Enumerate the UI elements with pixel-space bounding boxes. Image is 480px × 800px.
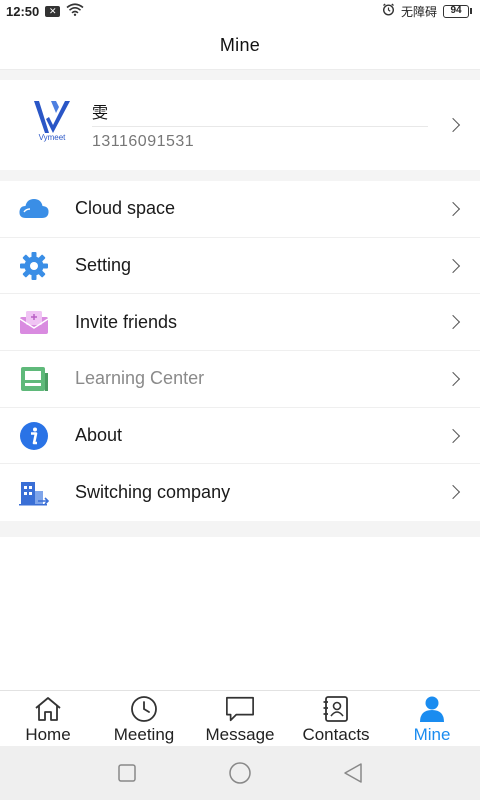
menu-item-about[interactable]: About [0,408,480,465]
menu-item-switching-company[interactable]: Switching company [0,464,480,521]
chevron-right-icon [445,428,461,443]
section-gap [0,521,480,537]
tab-mine[interactable]: Mine [384,691,480,746]
tab-label: Message [205,725,275,744]
menu-item-cloud-space[interactable]: Cloud space [0,181,480,238]
profile-card[interactable]: Vymeet 雯 13116091531 [0,80,480,170]
gear-icon [17,249,51,283]
chat-bubble-icon [225,695,255,723]
person-icon [417,695,447,723]
home-button[interactable] [225,758,255,788]
tab-home[interactable]: Home [0,691,96,746]
battery-level: 94 [443,4,469,18]
contacts-book-icon [321,695,351,723]
alarm-icon [382,3,395,19]
company-logo: Vymeet [26,99,78,151]
menu-item-learning-center[interactable]: Learning Center [0,351,480,408]
tab-meeting[interactable]: Meeting [96,691,192,746]
notification-icon: ✕ [45,5,61,17]
vymeet-logo-icon [34,101,70,133]
tab-message[interactable]: Message [192,691,288,746]
recent-apps-button[interactable] [112,758,142,788]
chevron-right-icon [445,258,461,273]
status-bar: 12:50 ✕ 无障碍 94 [0,0,480,22]
menu-item-setting[interactable]: Setting [0,238,480,295]
header-bar: Mine [0,22,480,70]
back-button[interactable] [338,758,368,788]
menu-item-invite-friends[interactable]: Invite friends [0,294,480,352]
home-icon [33,695,63,723]
profile-name: 雯 [92,99,428,127]
info-icon [17,419,51,453]
battery-icon: 94 [443,4,472,18]
tab-contacts[interactable]: Contacts [288,691,384,746]
menu-item-label: Learning Center [75,368,205,389]
empty-content-area [0,537,480,690]
tab-label: Meeting [113,725,175,744]
clock-icon [129,695,159,723]
system-nav-bar [0,746,480,800]
logo-text: Vymeet [38,133,66,142]
wifi-icon [66,3,84,19]
accessibility-status: 无障碍 [400,4,437,19]
cloud-icon [17,192,51,226]
menu-list: Cloud space Setting Invite friends Learn… [0,181,480,522]
company-switch-icon [17,476,51,510]
menu-item-label: Invite friends [75,311,178,332]
profile-info: 雯 13116091531 [92,99,428,151]
tab-label: Mine [413,725,451,744]
status-left: 12:50 ✕ [6,3,84,19]
chevron-right-icon [445,117,461,133]
tab-label: Contacts [302,725,370,744]
bottom-tab-bar: Home Meeting Message Contacts Mine [0,690,480,746]
menu-item-label: Switching company [75,482,231,503]
menu-item-label: Cloud space [75,198,176,219]
invite-mail-icon [17,305,51,339]
status-right: 无障碍 94 [382,3,472,20]
chevron-right-icon [445,201,461,217]
chevron-right-icon [445,315,461,330]
status-time: 12:50 [6,3,40,19]
learning-center-icon [17,362,51,396]
menu-item-label: About [75,425,123,446]
menu-item-label: Setting [75,255,132,276]
page-title: Mine [219,35,261,55]
chevron-right-icon [445,371,461,387]
chevron-right-icon [445,485,461,500]
profile-phone: 13116091531 [92,133,195,150]
tab-label: Home [25,725,71,744]
